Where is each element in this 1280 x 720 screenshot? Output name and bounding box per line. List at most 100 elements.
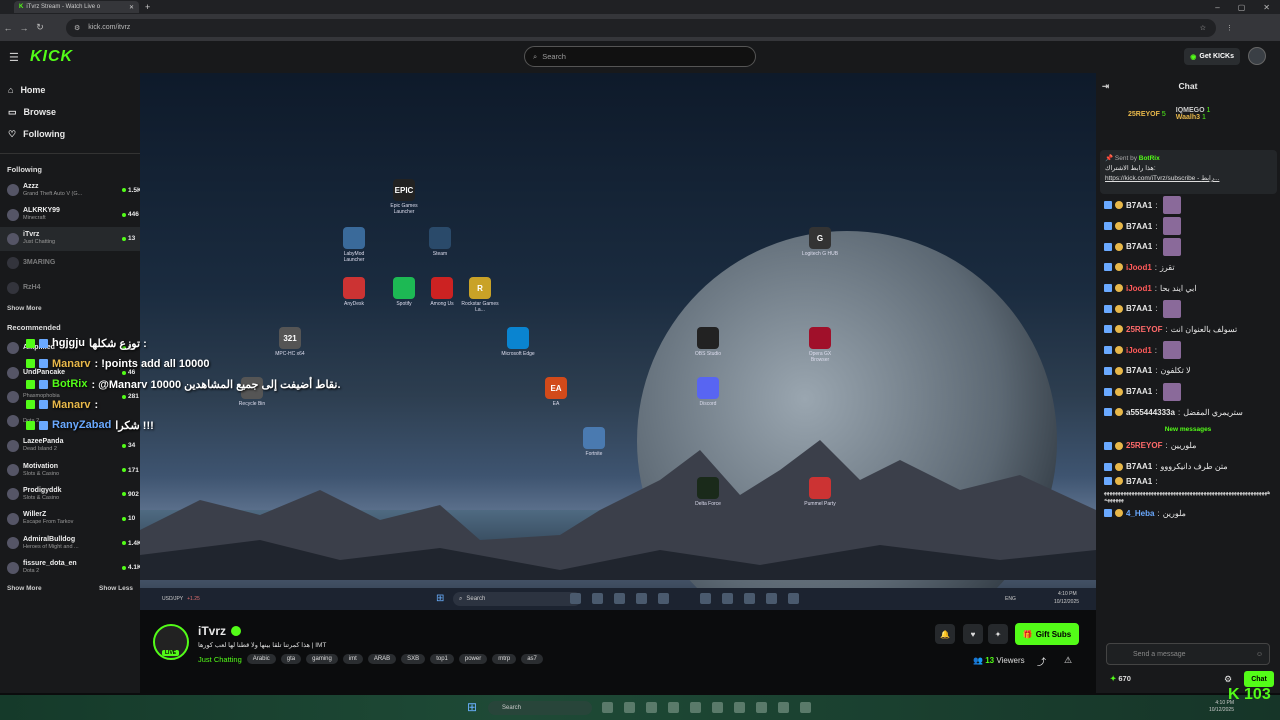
url-field[interactable]: ⚙ kick.com/itvrz ☆ [66,18,1216,37]
following-channel[interactable]: ALKRKY99 Minecraft 446 [0,202,140,226]
stream-tag[interactable]: ARAB [367,654,397,664]
stream-tag[interactable]: mtrp [492,654,517,664]
os-app-icon[interactable] [624,702,635,713]
chat-username[interactable]: B7AA1 [1126,222,1152,231]
recommended-show-less[interactable]: Show Less [99,585,133,592]
os-app-icon[interactable] [778,702,789,713]
minimize-icon[interactable]: – [1215,3,1219,12]
close-tab-icon[interactable]: ✕ [129,4,134,11]
nav-following[interactable]: ♡ Following [0,123,140,145]
recommended-channel[interactable]: AdmiralBulldog Heroes of Might and ... 1.4… [0,531,142,555]
following-show-more[interactable]: Show More [7,305,42,312]
bookmark-star-icon[interactable]: ☆ [1200,24,1206,32]
desktop-shortcut: G Logitech G HUB [800,227,840,257]
chat-username[interactable]: B7AA1 [1126,242,1152,251]
stream-tag[interactable]: SXB [401,654,426,664]
os-app-icon[interactable] [756,702,767,713]
channel-viewers: 1.4K [122,540,142,547]
overlay-counter: K 103 [1228,686,1271,704]
share-icon[interactable]: ⤴ [1037,655,1046,668]
following-channel[interactable]: RzH4 [0,276,140,300]
recommended-channel[interactable]: LazeePanda Dead Island 2 34 [0,434,140,458]
nav-browse[interactable]: ▭ Browse [0,101,140,123]
chat-username[interactable]: 4_Heba [1126,509,1154,518]
chat-username[interactable]: B7AA1 [1126,304,1152,313]
channel-text: LazeePanda Dead Island 2 [23,438,118,453]
collapse-chat-icon[interactable]: ⇥ [1102,81,1109,92]
chat-settings-icon[interactable]: ⚙ [1224,674,1232,685]
chat-username[interactable]: iJood1 [1126,263,1152,272]
gift-subs-button[interactable]: 🎁 Gift Subs [1015,623,1079,645]
stream-tag[interactable]: imt [342,654,363,664]
kick-logo[interactable]: KICK [30,48,73,66]
leader-2[interactable]: IQMEGO 1 Waalh3 1 [1176,107,1211,121]
os-app-icon[interactable] [602,702,613,713]
maximize-icon[interactable]: ▢ [1238,3,1246,12]
os-start-icon[interactable]: ⊞ [467,700,477,714]
follow-heart-icon[interactable]: ♥ [963,624,983,644]
browser-tab[interactable]: K iTvrz Stream - Watch Live o ✕ [14,1,139,13]
leader-1[interactable]: 25REYOF 5 [1128,111,1166,118]
notification-bell-icon[interactable]: 🔔 [935,624,955,644]
streamer-name[interactable]: iTvrz [198,624,226,638]
search-input[interactable]: ⌕ Search [524,46,756,67]
hamburger-menu-icon[interactable]: ☰ [9,51,21,64]
stream-tag[interactable]: as7 [521,654,543,664]
os-app-icon[interactable] [668,702,679,713]
sparkle-icon[interactable]: ✦ [988,624,1008,644]
nav-home[interactable]: ⌂ Home [0,79,140,101]
recommended-channel[interactable]: Prodigyddk Slots & Casino 902 [0,482,140,506]
os-app-icon[interactable] [646,702,657,713]
os-app-icon[interactable] [734,702,745,713]
following-channel[interactable]: Azzz Grand Theft Auto V (G... 1.5K [0,178,142,202]
recommended-channel[interactable]: Motivation Slots & Casino 171 [0,458,140,482]
chat-username[interactable]: iJood1 [1126,284,1152,293]
chat-username[interactable]: B7AA1 [1126,387,1152,396]
pinned-link[interactable]: https://kick.com/iTvrz/subscribe - رابط.… [1105,174,1272,182]
os-search[interactable]: Search [488,701,592,715]
following-channel[interactable]: iTvrz Just Chatting 13 [0,226,140,252]
chat-username[interactable]: iJood1 [1126,346,1152,355]
stream-tag[interactable]: power [458,654,488,664]
report-icon[interactable]: ⚠ [1064,655,1072,666]
stream-tag[interactable]: Arabic [246,654,276,664]
os-app-icon[interactable] [800,702,811,713]
extensions-icon[interactable]: ⋮ [1226,24,1233,32]
forward-icon[interactable]: → [16,23,32,33]
chat-badge-icon [1104,263,1112,272]
emoji-icon[interactable]: ☺ [1256,651,1263,658]
stream-tag[interactable]: top1 [430,654,454,664]
back-icon[interactable]: ← [0,23,16,33]
chat-username[interactable]: 25REYOF [1126,325,1162,334]
close-window-icon[interactable]: ✕ [1263,3,1270,12]
os-app-icon[interactable] [712,702,723,713]
windows-start-icon: ⊞ [436,593,445,604]
recommended-channel[interactable]: WillerZ Escape From Tarkov 10 [0,507,140,531]
user-avatar[interactable] [1248,47,1266,65]
chat-username[interactable]: 25REYOF [1126,441,1162,450]
chat-badge-icon [1104,408,1112,417]
chat-send-button[interactable]: Chat [1244,671,1274,687]
new-tab-icon[interactable]: + [145,2,150,12]
chat-username[interactable]: B7AA1 [1126,477,1152,486]
reload-icon[interactable]: ↻ [32,22,48,33]
chat-username[interactable]: B7AA1 [1126,366,1152,375]
desktop-shortcut-label: Pummel Party [804,501,836,507]
following-channel[interactable]: 3MARING [0,251,140,275]
channel-name: fissure_dota_en [23,560,77,568]
get-kicks-button[interactable]: ◉ Get KICKs [1184,48,1240,65]
chat-username[interactable]: B7AA1 [1126,462,1152,471]
stream-tag[interactable]: gaming [306,654,338,664]
chat-username[interactable]: B7AA1 [1126,201,1152,210]
os-app-icon[interactable] [690,702,701,713]
stream-tag[interactable]: gta [280,654,302,664]
chat-username[interactable]: a555444333a [1126,408,1175,417]
new-messages-divider[interactable]: New messages [1096,423,1280,436]
points-display[interactable]: ✦ 670 [1110,674,1131,683]
stream-category[interactable]: Just Chatting [198,655,242,664]
recommended-channel[interactable]: fissure_dota_en Dota 2 4.1K [0,555,142,579]
send-message-input[interactable]: Send a message ☺ [1106,643,1270,665]
recommended-show-more[interactable]: Show More [7,585,42,592]
site-info-icon[interactable]: ⚙ [74,24,80,32]
pinned-bot-name[interactable]: BotRix [1139,155,1160,162]
